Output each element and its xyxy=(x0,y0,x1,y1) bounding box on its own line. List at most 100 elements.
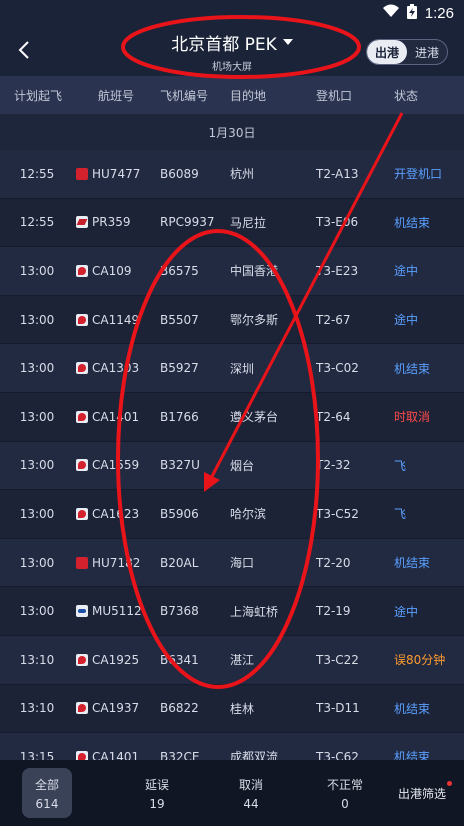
flight-status: 机结束 xyxy=(394,556,431,571)
ca-airline-logo-icon xyxy=(76,507,88,520)
flight-number-cell: CA1401 xyxy=(74,410,160,424)
tab-arrivals[interactable]: 进港 xyxy=(407,40,447,64)
filter-tab-delayed[interactable]: 延误 19 xyxy=(110,768,204,818)
flight-number-cell: CA1149 xyxy=(74,313,160,327)
flight-row[interactable]: 13:00 CA1149 B5507 鄂尔多斯 T2-67 途中 xyxy=(0,295,464,345)
flight-time: 13:00 xyxy=(19,506,55,521)
flight-number-cell: CA109 xyxy=(74,264,160,278)
destination: 鄂尔多斯 xyxy=(230,313,279,328)
airport-selector[interactable]: 北京首都 PEK 机场大屏 xyxy=(171,30,293,73)
flight-status: 飞 xyxy=(394,507,407,522)
header: 北京首都 PEK 机场大屏 出港 进港 xyxy=(0,26,464,76)
column-header-plane: 飞机编号 xyxy=(160,88,209,103)
page-title: 北京首都 PEK xyxy=(171,34,277,55)
filter-tab-label: 取消 xyxy=(238,777,263,792)
gate: T3-E23 xyxy=(316,263,359,278)
flight-row[interactable]: 13:10 CA1925 B6341 湛江 T3-C22 误80分钟 xyxy=(0,635,464,685)
flight-row[interactable]: 13:00 CA1623 B5906 哈尔滨 T3-C52 飞 xyxy=(0,490,464,539)
gate: T3-C22 xyxy=(316,652,359,667)
flight-status: 途中 xyxy=(394,604,419,619)
destination: 杭州 xyxy=(230,167,255,182)
flight-number-cell: CA1303 xyxy=(74,361,160,375)
hu-airline-logo-icon xyxy=(76,556,88,569)
hu-airline-logo-icon xyxy=(76,167,88,180)
flight-number-cell: CA1559 xyxy=(74,458,160,472)
filter-tab-count: 614 xyxy=(35,796,59,811)
flight-status: 飞 xyxy=(394,458,407,473)
gate: T2-A13 xyxy=(316,166,359,181)
destination: 马尼拉 xyxy=(230,215,267,230)
date-divider: 1月30日 xyxy=(0,114,464,150)
plane-number: B7368 xyxy=(160,604,199,619)
flight-time: 13:10 xyxy=(19,652,55,667)
flight-number-cell: CA1925 xyxy=(74,653,160,667)
flight-status: 途中 xyxy=(394,313,419,328)
flight-row[interactable]: 13:00 CA1303 B5927 深圳 T3-C02 机结束 xyxy=(0,344,464,393)
tab-departures[interactable]: 出港 xyxy=(367,40,407,64)
filter-tab-count: 19 xyxy=(149,796,165,811)
flight-row[interactable]: 13:00 CA1401 B1766 遵义茅台 T2-64 时取消 xyxy=(0,392,464,442)
plane-number: B5507 xyxy=(160,312,199,327)
page-subtitle: 机场大屏 xyxy=(211,61,252,73)
flight-number: CA1401 xyxy=(92,409,140,424)
flight-time: 13:00 xyxy=(19,361,55,376)
filter-tab-label: 延误 xyxy=(144,777,169,792)
flight-time: 13:00 xyxy=(19,263,55,278)
mu-airline-logo-icon xyxy=(76,605,88,618)
flight-number: CA1925 xyxy=(92,652,140,667)
column-header-status: 状态 xyxy=(394,88,419,103)
destination: 桂林 xyxy=(230,701,255,716)
flight-row[interactable]: 13:10 CA1937 B6822 桂林 T3-D11 机结束 xyxy=(0,684,464,734)
flight-time: 13:00 xyxy=(19,458,55,473)
flight-time: 13:10 xyxy=(19,701,55,716)
flight-row[interactable]: 13:00 CA1559 B327U 烟台 T2-32 飞 xyxy=(0,441,464,491)
flight-row[interactable]: 13:00 CA109 B6575 中国香港 T3-E23 途中 xyxy=(0,247,464,296)
gate: T3-C52 xyxy=(316,506,359,521)
flight-number-cell: HU7182 xyxy=(74,556,160,570)
flight-row[interactable]: 13:00 HU7182 B20AL 海口 T2-20 机结束 xyxy=(0,538,464,588)
plane-number: B6575 xyxy=(160,263,199,278)
plane-number: RPC9937 xyxy=(160,215,215,230)
destination: 烟台 xyxy=(230,458,255,473)
filter-tab-cancelled[interactable]: 取消 44 xyxy=(204,768,298,818)
gate: T2-20 xyxy=(316,555,351,570)
flight-number: HU7477 xyxy=(92,166,141,181)
plane-number: B20AL xyxy=(160,555,199,570)
flight-row[interactable]: 12:55 HU7477 B6089 杭州 T2-A13 开登机口 xyxy=(0,150,464,199)
flight-number: CA1149 xyxy=(92,312,140,327)
column-header-flight: 航班号 xyxy=(98,88,135,103)
clock: 1:26 xyxy=(424,4,454,22)
caret-down-icon xyxy=(282,39,293,45)
status-bar: 1:26 xyxy=(0,0,464,26)
destination: 哈尔滨 xyxy=(230,507,267,522)
flight-time: 13:00 xyxy=(19,555,55,570)
flight-number: CA1303 xyxy=(92,361,140,376)
flight-status: 途中 xyxy=(394,264,419,279)
flight-time: 13:00 xyxy=(19,312,55,327)
back-button[interactable] xyxy=(10,36,38,64)
destination: 海口 xyxy=(230,556,255,571)
plane-number: B6822 xyxy=(160,701,199,716)
destination: 遵义茅台 xyxy=(230,410,279,425)
flight-number: CA1937 xyxy=(92,701,140,716)
filter-tab-label: 不正常 xyxy=(326,777,363,792)
departure-filter-button[interactable]: 出港筛选 xyxy=(398,780,452,802)
destination: 上海虹桥 xyxy=(230,604,279,619)
filter-tab-all[interactable]: 全部 614 xyxy=(22,768,72,818)
flight-status: 机结束 xyxy=(394,701,431,716)
ca-airline-logo-icon xyxy=(76,702,88,715)
flight-row[interactable]: 12:55 PR359 RPC9937 马尼拉 T3-E06 机结束 xyxy=(0,198,464,248)
gate: T3-D11 xyxy=(316,701,360,716)
flight-row[interactable]: 13:00 MU5112 B7368 上海虹桥 T2-19 途中 xyxy=(0,587,464,636)
filter-tab-abnormal[interactable]: 不正常 0 xyxy=(298,768,392,818)
destination: 湛江 xyxy=(230,653,255,668)
flight-number-cell: CA1623 xyxy=(74,507,160,521)
ca-airline-logo-icon xyxy=(76,410,88,423)
chevron-left-icon xyxy=(18,41,29,59)
destination: 深圳 xyxy=(230,361,255,376)
gate: T2-67 xyxy=(316,312,351,327)
flight-time: 13:00 xyxy=(19,409,55,424)
flight-number-cell: CA1937 xyxy=(74,701,160,715)
flight-status: 时取消 xyxy=(394,410,431,425)
ca-airline-logo-icon xyxy=(76,264,88,277)
